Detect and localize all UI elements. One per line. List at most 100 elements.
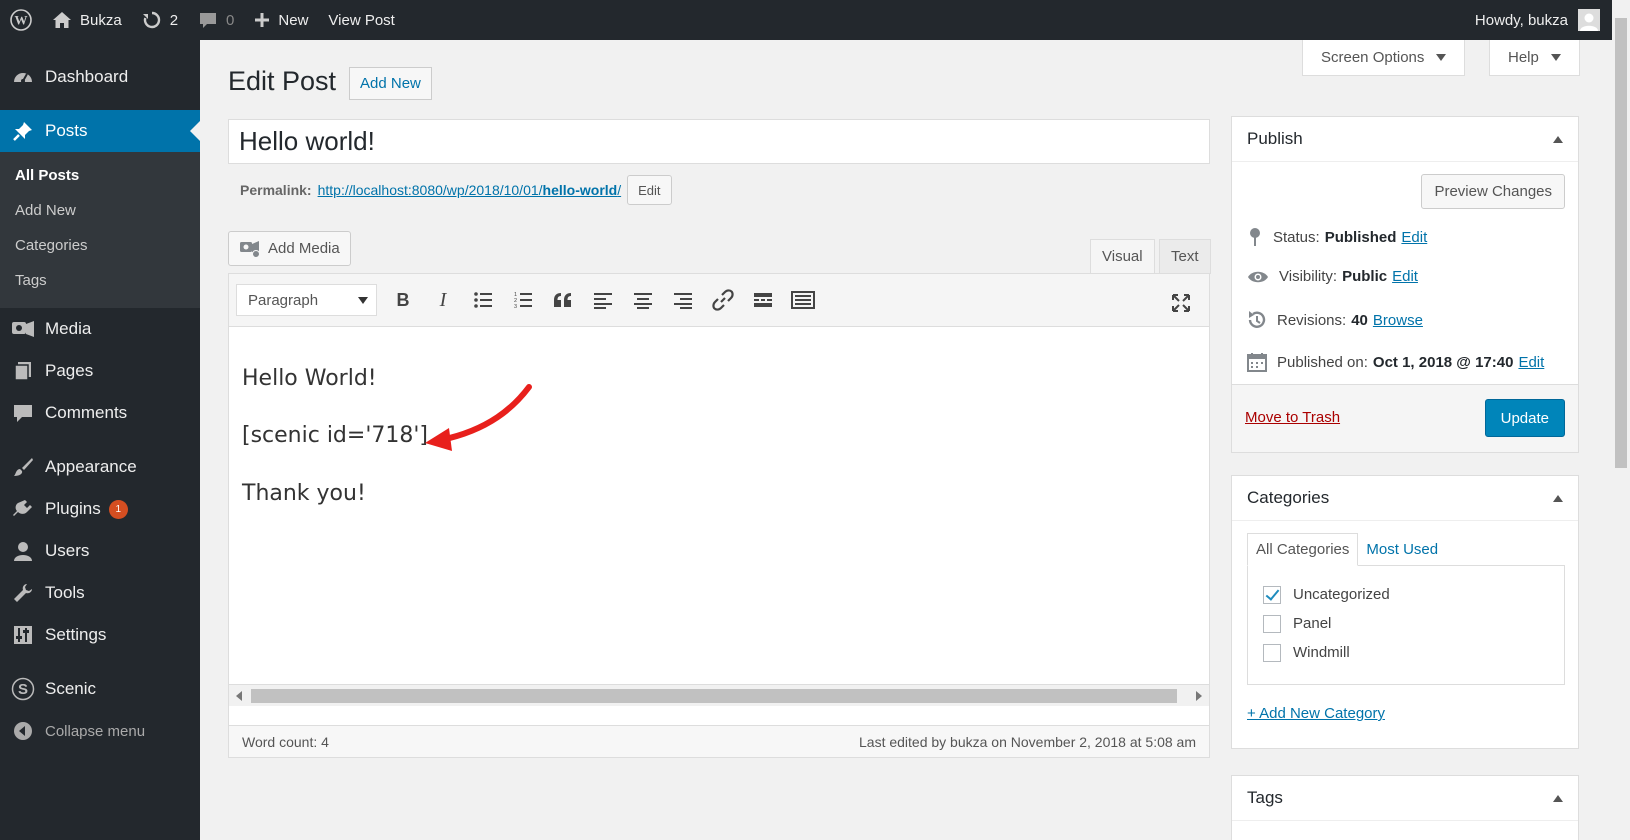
insert-link-button[interactable] bbox=[703, 280, 743, 320]
categories-box: Categories All Categories Most Used Unca… bbox=[1231, 475, 1579, 749]
permalink-link[interactable]: http://localhost:8080/wp/2018/10/01/hell… bbox=[318, 182, 622, 198]
category-item[interactable]: Panel bbox=[1263, 609, 1549, 638]
updates-link[interactable]: 2 bbox=[132, 0, 188, 40]
tab-visual[interactable]: Visual bbox=[1090, 239, 1155, 274]
post-title-input[interactable]: Hello world! bbox=[228, 119, 1210, 164]
edit-date-link[interactable]: Edit bbox=[1518, 354, 1544, 371]
tags-box-header[interactable]: Tags bbox=[1232, 776, 1578, 821]
add-media-icon bbox=[240, 240, 260, 258]
distraction-free-button[interactable] bbox=[1161, 283, 1201, 323]
align-left-button[interactable] bbox=[583, 280, 623, 320]
menu-scenic-label: Scenic bbox=[45, 679, 97, 698]
collapse-menu-button[interactable]: Collapse menu bbox=[0, 710, 200, 752]
format-select[interactable]: Paragraph bbox=[236, 284, 377, 316]
horizontal-scrollbar[interactable] bbox=[229, 684, 1209, 706]
editor-content[interactable]: Hello World! [scenic id='718'] Thank you… bbox=[229, 327, 1209, 684]
toolbar-toggle-button[interactable] bbox=[783, 280, 823, 320]
screen-options-label: Screen Options bbox=[1321, 49, 1425, 66]
menu-users[interactable]: Users bbox=[0, 530, 200, 572]
read-more-button[interactable] bbox=[743, 280, 783, 320]
tab-all-categories[interactable]: All Categories bbox=[1247, 533, 1359, 566]
paragraph-shortcode: [scenic id='718'] bbox=[242, 423, 429, 449]
checkbox-windmill[interactable] bbox=[1263, 643, 1281, 662]
help-tab[interactable]: Help bbox=[1489, 40, 1580, 76]
edit-visibility-link[interactable]: Edit bbox=[1392, 268, 1418, 285]
submenu-all-posts[interactable]: All Posts bbox=[0, 158, 200, 193]
category-item[interactable]: Windmill bbox=[1263, 638, 1549, 667]
menu-plugins[interactable]: Plugins 1 bbox=[0, 488, 200, 530]
menu-comments[interactable]: Comments bbox=[0, 392, 200, 434]
preview-changes-button[interactable]: Preview Changes bbox=[1421, 174, 1565, 209]
my-account[interactable]: Howdy, bukza bbox=[1475, 0, 1612, 40]
submenu-tags[interactable]: Tags bbox=[0, 263, 200, 298]
align-right-icon bbox=[674, 293, 692, 309]
link-icon bbox=[712, 289, 734, 311]
plugin-icon bbox=[13, 500, 32, 516]
comments-link[interactable]: 0 bbox=[188, 0, 244, 40]
numbered-list-button[interactable]: 123 bbox=[503, 280, 543, 320]
menu-pages[interactable]: Pages bbox=[0, 350, 200, 392]
update-button[interactable]: Update bbox=[1484, 399, 1565, 437]
comment-bubble-icon bbox=[200, 12, 217, 28]
menu-media[interactable]: Media bbox=[0, 308, 200, 350]
paragraph: Thank you! bbox=[242, 480, 366, 506]
tags-box: Tags bbox=[1231, 775, 1579, 840]
scroll-right-icon[interactable] bbox=[1196, 691, 1202, 701]
site-name-link[interactable]: Bukza bbox=[42, 0, 132, 40]
publish-box-header[interactable]: Publish bbox=[1232, 117, 1578, 162]
paragraph: Hello World! bbox=[242, 366, 377, 391]
status-row: Status: Published Edit bbox=[1247, 227, 1427, 247]
edit-status-link[interactable]: Edit bbox=[1401, 229, 1427, 246]
view-post-link[interactable]: View Post bbox=[318, 0, 404, 40]
add-media-button[interactable]: Add Media bbox=[228, 231, 351, 266]
category-item[interactable]: Uncategorized bbox=[1263, 580, 1549, 609]
collapse-toggle-icon[interactable] bbox=[1553, 494, 1563, 502]
page-scrollbar-thumb[interactable] bbox=[1615, 18, 1627, 468]
menu-settings[interactable]: Settings bbox=[0, 614, 200, 656]
page-scrollbar[interactable] bbox=[1612, 0, 1630, 840]
menu-scenic[interactable]: S Scenic bbox=[0, 668, 200, 710]
blockquote-button[interactable] bbox=[543, 280, 583, 320]
bullet-list-button[interactable] bbox=[463, 280, 503, 320]
permalink-edit-button[interactable]: Edit bbox=[627, 175, 672, 205]
checkbox-uncategorized[interactable] bbox=[1263, 585, 1281, 604]
submenu-categories[interactable]: Categories bbox=[0, 228, 200, 263]
align-right-button[interactable] bbox=[663, 280, 703, 320]
browse-revisions-link[interactable]: Browse bbox=[1373, 312, 1423, 329]
menu-dashboard[interactable]: Dashboard bbox=[0, 56, 200, 98]
wordpress-logo[interactable]: W bbox=[0, 0, 42, 40]
submenu-add-new[interactable]: Add New bbox=[0, 193, 200, 228]
italic-button[interactable]: I bbox=[423, 280, 463, 320]
users-icon bbox=[14, 542, 32, 561]
tab-most-used[interactable]: Most Used bbox=[1358, 533, 1446, 566]
tab-text[interactable]: Text bbox=[1159, 239, 1211, 274]
svg-text:I: I bbox=[439, 291, 448, 309]
new-content-link[interactable]: New bbox=[244, 0, 318, 40]
move-to-trash-link[interactable]: Move to Trash bbox=[1245, 409, 1340, 426]
align-center-button[interactable] bbox=[623, 280, 663, 320]
align-left-icon bbox=[594, 293, 612, 309]
checkbox-panel[interactable] bbox=[1263, 614, 1281, 633]
scroll-left-icon[interactable] bbox=[236, 691, 242, 701]
add-new-post-button[interactable]: Add New bbox=[349, 67, 432, 100]
editor-toolbar: Paragraph B I 123 bbox=[229, 274, 1209, 327]
add-new-category-link[interactable]: + Add New Category bbox=[1247, 705, 1385, 722]
screen-options-tab[interactable]: Screen Options bbox=[1302, 40, 1466, 76]
menu-tools[interactable]: Tools bbox=[0, 572, 200, 614]
eye-icon bbox=[1248, 271, 1268, 282]
updates-icon bbox=[142, 11, 160, 29]
collapse-toggle-icon[interactable] bbox=[1553, 794, 1563, 802]
media-camera-icon bbox=[12, 321, 34, 337]
bullet-list-icon bbox=[474, 292, 492, 308]
scrollbar-thumb[interactable] bbox=[251, 689, 1177, 703]
pin-icon bbox=[1250, 228, 1260, 246]
last-edited: Last edited by bukza on November 2, 2018… bbox=[859, 733, 1196, 750]
publish-box-title: Publish bbox=[1247, 129, 1303, 148]
pushpin-icon bbox=[13, 122, 32, 141]
menu-appearance[interactable]: Appearance bbox=[0, 446, 200, 488]
bold-button[interactable]: B bbox=[383, 280, 423, 320]
collapse-toggle-icon[interactable] bbox=[1553, 135, 1563, 143]
quote-icon bbox=[554, 293, 571, 307]
categories-box-header[interactable]: Categories bbox=[1232, 476, 1578, 521]
menu-posts[interactable]: Posts bbox=[0, 110, 200, 152]
